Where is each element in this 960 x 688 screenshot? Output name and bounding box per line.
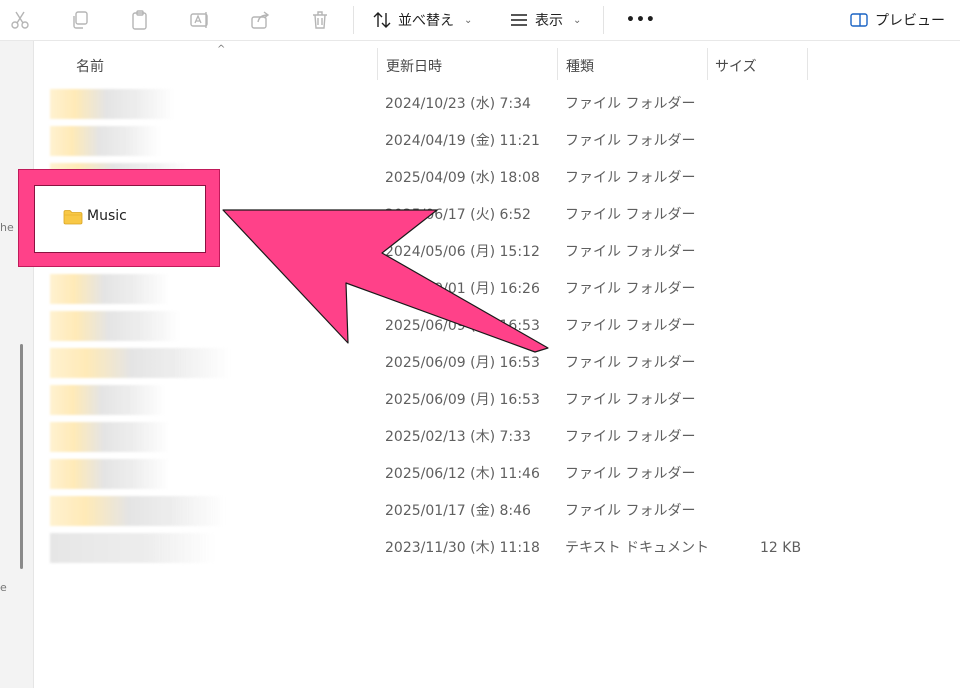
preview-label: プレビュー bbox=[875, 13, 945, 29]
delete-icon[interactable] bbox=[309, 9, 331, 31]
type-cell: ファイル フォルダー bbox=[565, 318, 696, 334]
table-row[interactable]: 2024/10/23 (水) 7:34 ファイル フォルダー bbox=[40, 86, 830, 123]
callout-panel: Music bbox=[34, 185, 206, 253]
sort-arrows-icon bbox=[373, 12, 391, 28]
column-divider[interactable] bbox=[557, 48, 558, 80]
navigation-pane[interactable]: he e bbox=[0, 41, 34, 688]
date-cell: 2025/01/17 (金) 8:46 bbox=[385, 503, 531, 519]
redacted-filename bbox=[50, 274, 170, 304]
table-row[interactable]: 2024/04/19 (金) 11:21 ファイル フォルダー bbox=[40, 123, 830, 160]
type-cell: ファイル フォルダー bbox=[565, 244, 696, 260]
size-cell bbox=[760, 271, 797, 308]
nav-text-fragment: e bbox=[0, 581, 7, 594]
date-cell: 2025/06/09 (月) 16:53 bbox=[385, 355, 540, 371]
toolbar-separator bbox=[603, 6, 604, 34]
size-cell bbox=[760, 86, 797, 123]
column-divider[interactable] bbox=[707, 48, 708, 80]
size-cell: 12 KB bbox=[760, 540, 802, 556]
table-row[interactable]: 2023/11/30 (木) 11:18 テキスト ドキュメント 12 KB bbox=[40, 530, 830, 567]
redacted-filename bbox=[50, 533, 215, 563]
redacted-filename bbox=[50, 89, 175, 119]
table-row[interactable]: 2025/06/12 (木) 11:46 ファイル フォルダー bbox=[40, 456, 830, 493]
size-cell bbox=[760, 493, 797, 530]
music-folder-label[interactable]: Music bbox=[87, 208, 127, 224]
redacted-filename bbox=[50, 126, 160, 156]
chevron-down-icon: ⌄ bbox=[464, 14, 473, 26]
table-row[interactable]: 2025/06/09 (月) 16:53 ファイル フォルダー bbox=[40, 382, 830, 419]
type-cell: ファイル フォルダー bbox=[565, 96, 696, 112]
table-row[interactable]: 2025/01/17 (金) 8:46 ファイル フォルダー bbox=[40, 493, 830, 530]
date-cell: 2025/02/13 (木) 7:33 bbox=[385, 429, 531, 445]
nav-text-fragment: he bbox=[0, 221, 14, 234]
type-cell: ファイル フォルダー bbox=[565, 392, 696, 408]
date-cell: 2024/10/23 (水) 7:34 bbox=[385, 96, 531, 112]
paste-icon[interactable] bbox=[129, 9, 151, 31]
date-cell: 2025/06/12 (木) 11:46 bbox=[385, 466, 540, 482]
size-cell bbox=[760, 382, 797, 419]
type-cell: ファイル フォルダー bbox=[565, 503, 696, 519]
folder-icon bbox=[63, 210, 83, 225]
type-cell: テキスト ドキュメント bbox=[565, 540, 710, 556]
type-cell: ファイル フォルダー bbox=[565, 133, 696, 149]
more-options-button[interactable]: ••• bbox=[626, 8, 656, 32]
column-divider[interactable] bbox=[807, 48, 808, 80]
header-name[interactable]: 名前 bbox=[76, 54, 104, 78]
preview-pane-button[interactable]: プレビュー bbox=[849, 8, 945, 32]
sort-button[interactable]: 並べ替え ⌄ bbox=[372, 8, 472, 32]
type-cell: ファイル フォルダー bbox=[565, 466, 696, 482]
size-cell bbox=[760, 197, 797, 234]
redacted-filename bbox=[50, 496, 225, 526]
date-cell: 2025/06/09 (月) 16:53 bbox=[385, 318, 540, 334]
table-row[interactable]: 2025/02/13 (木) 7:33 ファイル フォルダー bbox=[40, 419, 830, 456]
date-cell: 2025/06/09 (月) 16:53 bbox=[385, 392, 540, 408]
date-cell: 2025/06/17 (火) 6:52 bbox=[385, 207, 531, 223]
cut-icon[interactable] bbox=[9, 9, 31, 31]
type-cell: ファイル フォルダー bbox=[565, 207, 696, 223]
size-cell bbox=[760, 419, 797, 456]
copy-icon[interactable] bbox=[69, 9, 91, 31]
redacted-filename bbox=[50, 459, 170, 489]
redacted-filename bbox=[50, 311, 180, 341]
size-cell bbox=[760, 308, 797, 345]
share-icon[interactable] bbox=[249, 9, 271, 31]
sort-ascending-icon: ^ bbox=[217, 44, 226, 55]
redacted-filename bbox=[50, 385, 165, 415]
sort-label: 並べ替え bbox=[398, 13, 454, 29]
size-cell bbox=[760, 160, 797, 197]
preview-pane-icon bbox=[850, 13, 868, 27]
view-label: 表示 bbox=[535, 13, 563, 29]
chevron-down-icon: ⌄ bbox=[573, 14, 582, 26]
type-cell: ファイル フォルダー bbox=[565, 281, 696, 297]
date-cell: 2025/04/09 (水) 18:08 bbox=[385, 170, 540, 186]
size-cell bbox=[760, 234, 797, 271]
table-row[interactable]: 2024/09/01 (月) 16:26 ファイル フォルダー bbox=[40, 271, 830, 308]
date-cell: 2024/09/01 (月) 16:26 bbox=[385, 281, 540, 297]
header-type[interactable]: 種類 bbox=[566, 54, 594, 78]
date-cell: 2024/05/06 (月) 15:12 bbox=[385, 244, 540, 260]
view-lines-icon bbox=[511, 14, 527, 26]
music-callout: Music bbox=[18, 169, 220, 267]
table-row[interactable]: 2025/06/09 (月) 16:53 ファイル フォルダー bbox=[40, 308, 830, 345]
toolbar-separator bbox=[353, 6, 354, 34]
rename-icon[interactable] bbox=[189, 9, 211, 31]
type-cell: ファイル フォルダー bbox=[565, 355, 696, 371]
header-size[interactable]: サイズ bbox=[715, 54, 757, 78]
size-cell bbox=[760, 456, 797, 493]
type-cell: ファイル フォルダー bbox=[565, 429, 696, 445]
size-cell bbox=[760, 123, 797, 160]
type-cell: ファイル フォルダー bbox=[565, 170, 696, 186]
redacted-filename bbox=[50, 348, 230, 378]
header-date[interactable]: 更新日時 bbox=[386, 54, 442, 78]
date-cell: 2023/11/30 (木) 11:18 bbox=[385, 540, 540, 556]
table-row[interactable]: 2025/06/09 (月) 16:53 ファイル フォルダー bbox=[40, 345, 830, 382]
size-cell bbox=[760, 345, 797, 382]
view-button[interactable]: 表示 ⌄ bbox=[509, 8, 581, 32]
column-divider[interactable] bbox=[377, 48, 378, 80]
date-cell: 2024/04/19 (金) 11:21 bbox=[385, 133, 540, 149]
command-bar: 並べ替え ⌄ 表示 ⌄ ••• プレビュー bbox=[0, 0, 960, 41]
nav-scrollbar[interactable] bbox=[20, 344, 23, 569]
redacted-filename bbox=[50, 422, 170, 452]
